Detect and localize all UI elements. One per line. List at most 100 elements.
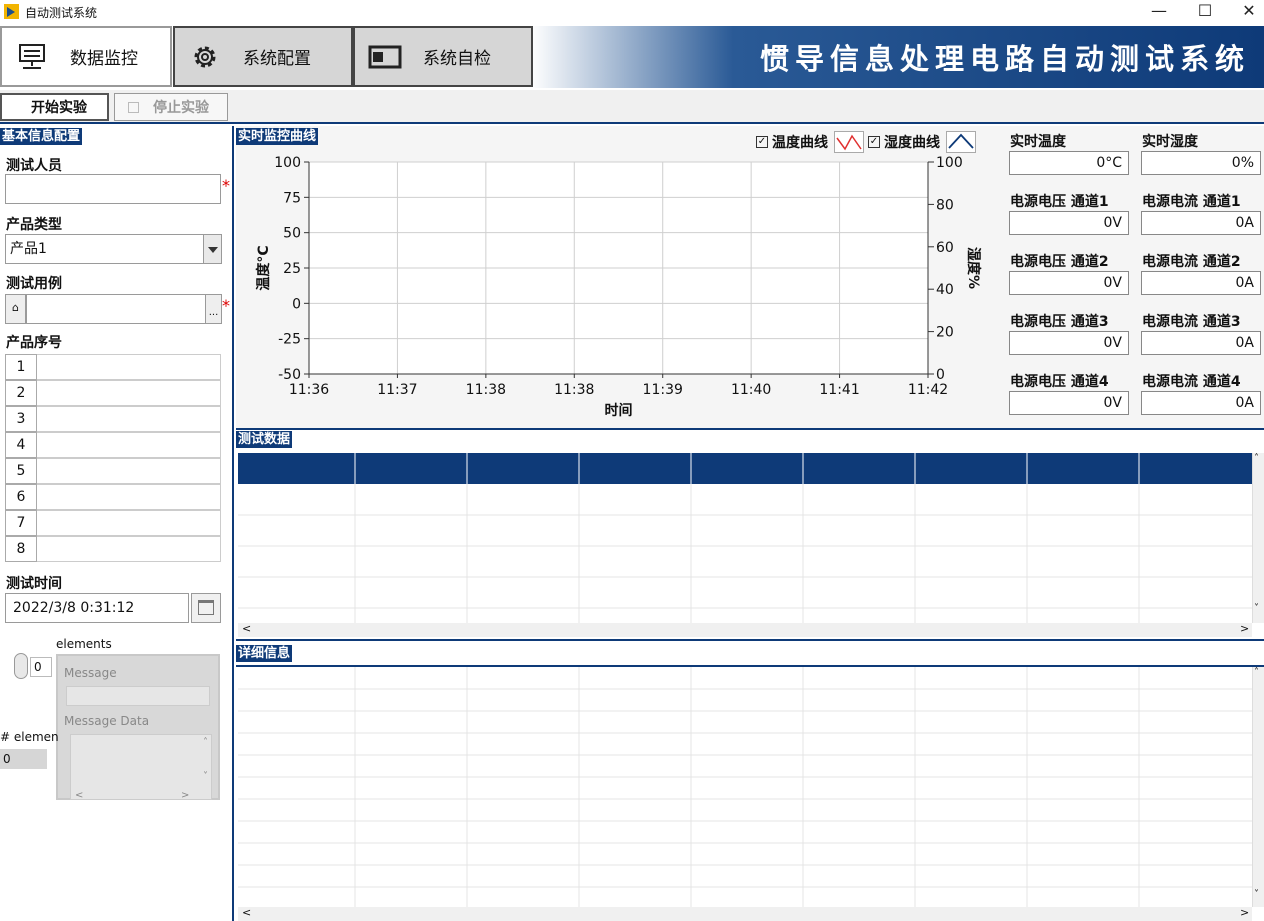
maximize-button[interactable]: ☐ — [1182, 0, 1228, 24]
serial-input[interactable] — [37, 510, 221, 536]
y2-tick-label: 20 — [936, 325, 954, 341]
monitor-chart-title: 实时监控曲线 — [236, 128, 319, 145]
tester-required-mark: * — [222, 176, 230, 195]
scroll-left-arrow[interactable]: < — [75, 790, 83, 801]
tab-system-config-label: 系统配置 — [243, 49, 311, 69]
close-button[interactable]: ✕ — [1226, 0, 1264, 24]
calendar-button[interactable] — [191, 593, 221, 623]
readout-value: 0V — [1009, 391, 1129, 415]
x-tick-label: 11:38 — [554, 382, 594, 398]
scroll-down-arrow[interactable]: ˅ — [1254, 889, 1259, 900]
scroll-left-arrow[interactable]: < — [242, 906, 251, 919]
stop-experiment-button[interactable]: 停止实验 — [114, 93, 228, 121]
serial-index: 4 — [5, 432, 37, 458]
tab-data-monitor-label: 数据监控 — [70, 49, 138, 69]
temp-curve-swatch-icon — [834, 131, 864, 153]
chevron-down-icon — [208, 247, 218, 253]
labview-app-icon — [4, 4, 19, 19]
details-grid — [238, 667, 1252, 907]
index-spinner[interactable] — [14, 653, 28, 679]
tester-input[interactable] — [5, 174, 221, 204]
readout-value: 0°C — [1009, 151, 1129, 175]
readout-label: 电源电流 通道3 — [1142, 314, 1241, 330]
y-tick-label: 0 — [292, 296, 301, 312]
serial-input[interactable] — [37, 406, 221, 432]
scroll-up-arrow[interactable]: ˄ — [203, 737, 208, 748]
tab-self-check-label: 系统自检 — [423, 49, 491, 69]
test-time-input[interactable]: 2022/3/8 0:31:12 — [5, 593, 189, 623]
message-data-field: ˄ ˅ < > — [70, 734, 212, 801]
y2-tick-label: 0 — [936, 367, 945, 383]
start-experiment-button[interactable]: 开始实验 — [0, 93, 109, 121]
tester-label: 测试人员 — [6, 158, 62, 174]
serial-input[interactable] — [37, 484, 221, 510]
product-type-dropdown-button[interactable] — [203, 234, 222, 264]
count-value: 0 — [0, 749, 47, 769]
divider — [236, 428, 1264, 430]
scroll-right-arrow[interactable]: > — [1240, 622, 1249, 635]
scroll-up-arrow[interactable]: ˄ — [1254, 453, 1259, 464]
minimize-button[interactable]: — — [1136, 0, 1182, 24]
temp-curve-checkbox[interactable]: ✓ — [756, 136, 768, 148]
serial-input[interactable] — [37, 536, 221, 562]
scroll-left-arrow[interactable]: < — [242, 622, 251, 635]
tab-self-check[interactable]: 系统自检 — [353, 26, 533, 87]
calendar-icon — [198, 600, 214, 615]
play-icon — [7, 99, 20, 115]
serial-input[interactable] — [37, 458, 221, 484]
test-data-hscroll[interactable]: < > — [238, 622, 1252, 637]
readout-label: 电源电压 通道1 — [1010, 194, 1109, 210]
readout-label: 实时湿度 — [1142, 134, 1198, 150]
scroll-down-arrow[interactable]: ˅ — [203, 771, 208, 782]
gear-icon — [185, 37, 225, 77]
serial-index: 2 — [5, 380, 37, 406]
readout-value: 0A — [1141, 271, 1261, 295]
test-data-vscroll[interactable]: ˄ ˅ — [1252, 453, 1264, 623]
x-tick-label: 11:40 — [731, 382, 771, 398]
scroll-down-arrow[interactable]: ˅ — [1254, 603, 1259, 614]
test-data-title: 测试数据 — [236, 431, 293, 448]
scroll-right-arrow[interactable]: > — [1240, 906, 1249, 919]
scroll-up-arrow[interactable]: ˄ — [1254, 667, 1259, 678]
message-field — [66, 686, 210, 706]
product-type-select[interactable]: 产品1 — [5, 234, 204, 264]
tab-system-config[interactable]: 系统配置 — [173, 26, 353, 87]
details-hscroll[interactable]: < > — [238, 906, 1252, 921]
error-cluster: Message Message Data ˄ ˅ < > — [56, 654, 220, 801]
product-type-label: 产品类型 — [6, 217, 62, 233]
y2-tick-label: 40 — [936, 282, 954, 298]
test-case-input[interactable] — [26, 294, 206, 324]
test-data-table[interactable]: ˄ ˅ < > — [238, 453, 1264, 637]
details-table[interactable]: ˄ ˅ < > — [238, 667, 1264, 921]
path-browse-icon[interactable]: ⌂ — [5, 294, 26, 324]
readout-value: 0V — [1009, 211, 1129, 235]
serial-input[interactable] — [37, 432, 221, 458]
details-vscroll[interactable]: ˄ ˅ — [1252, 667, 1264, 907]
humidity-curve-checkbox[interactable]: ✓ — [868, 136, 880, 148]
serial-input[interactable] — [37, 354, 221, 380]
x-axis-title: 时间 — [605, 402, 633, 419]
toolbar: 开始实验 停止实验 — [0, 90, 1264, 124]
scroll-right-arrow[interactable]: > — [181, 790, 189, 801]
serial-input[interactable] — [37, 380, 221, 406]
stop-experiment-label: 停止实验 — [153, 100, 209, 116]
count-label: # elements — [0, 730, 58, 744]
readout-label: 电源电压 通道4 — [1010, 374, 1109, 390]
humidity-curve-swatch-icon — [946, 131, 976, 153]
readout-label: 电源电压 通道2 — [1010, 254, 1109, 270]
y-tick-label: 75 — [283, 190, 301, 206]
y-tick-label: -25 — [278, 332, 301, 348]
x-tick-label: 11:39 — [643, 382, 683, 398]
tab-data-monitor[interactable]: 数据监控 — [0, 26, 172, 87]
header-band: 数据监控 系统配置 系统自检 惯导信息处理电路自动测试系统 — [0, 26, 1264, 88]
message-data-label: Message Data — [64, 714, 150, 728]
index-value[interactable]: 0 — [30, 657, 52, 677]
readout-value: 0A — [1141, 391, 1261, 415]
readout-value: 0V — [1009, 331, 1129, 355]
serial-index: 7 — [5, 510, 37, 536]
test-case-browse-button[interactable]: ... — [205, 294, 222, 324]
readout-value: 0A — [1141, 211, 1261, 235]
test-time-label: 测试时间 — [6, 576, 62, 592]
y2-tick-label: 60 — [936, 240, 954, 256]
humidity-curve-label: 湿度曲线 — [884, 135, 940, 151]
